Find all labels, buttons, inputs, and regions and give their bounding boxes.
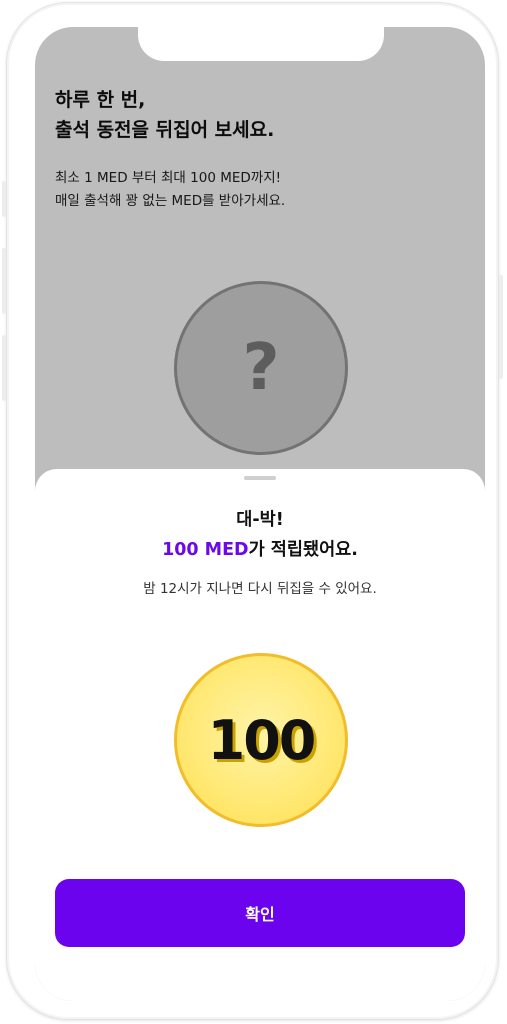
reward-bottom-sheet: 대-박! 100 MED가 적립됐어요. 밤 12시가 지나면 다시 뒤집을 수…	[35, 469, 485, 1001]
reward-amount: 100 MED	[162, 540, 249, 560]
sheet-grabber-handle[interactable]	[244, 476, 276, 480]
power-button	[499, 275, 503, 379]
volume-up-button	[2, 248, 6, 314]
volume-down-button	[2, 335, 6, 401]
sheet-title: 대-박! 100 MED가 적립됐어요.	[35, 505, 485, 565]
confirm-button[interactable]: 확인	[55, 879, 465, 947]
coin-value: 100	[207, 708, 317, 772]
title-exclamation: 대-박!	[236, 510, 284, 530]
mute-switch	[2, 181, 6, 217]
title-reward-line: 100 MED가 적립됐어요.	[35, 535, 485, 565]
gold-coin-icon: 100	[174, 653, 348, 827]
phone-frame: 하루 한 번, 출석 동전을 뒤집어 보세요. 최소 1 MED 부터 최대 1…	[2, 2, 503, 1020]
screen: 하루 한 번, 출석 동전을 뒤집어 보세요. 최소 1 MED 부터 최대 1…	[35, 27, 485, 1001]
notch	[138, 27, 384, 61]
sheet-subtitle: 밤 12시가 지나면 다시 뒤집을 수 있어요.	[143, 581, 377, 597]
reward-suffix: 가 적립됐어요.	[248, 540, 358, 560]
